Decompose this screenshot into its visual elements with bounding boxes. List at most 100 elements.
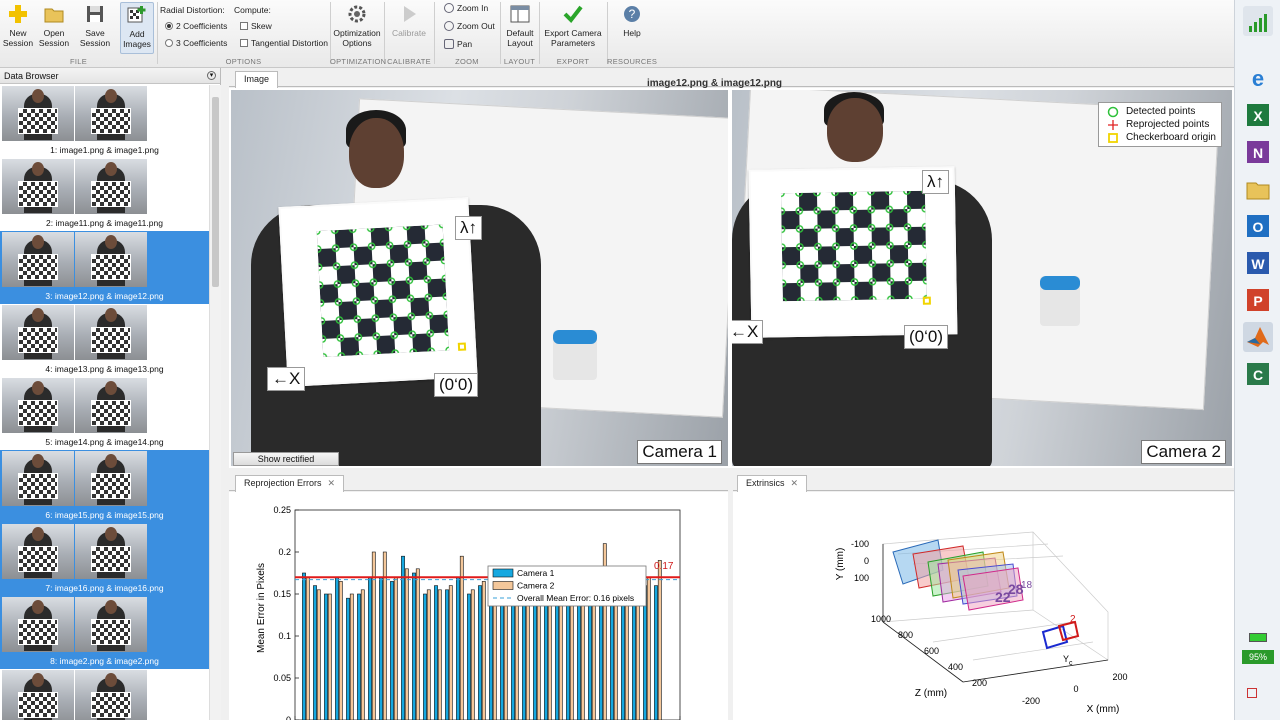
bar-camera2[interactable] [503, 589, 508, 720]
bar-camera2[interactable] [580, 589, 585, 720]
outlook-icon[interactable]: O [1243, 211, 1273, 241]
scrollbar-thumb[interactable] [212, 97, 219, 287]
bar-camera1[interactable] [577, 593, 581, 720]
calibrate-button[interactable]: Calibrate [387, 2, 431, 54]
reprojection-chart[interactable]: 0.17 00.050.10.150.20.2505101520253035Ca… [229, 492, 728, 720]
close-icon[interactable]: ✕ [328, 478, 336, 488]
bar-camera1[interactable] [302, 572, 306, 720]
bar-camera2[interactable] [459, 555, 464, 720]
network-signal-icon[interactable] [1243, 6, 1273, 36]
bar-camera2[interactable] [624, 597, 629, 720]
notification-icon[interactable] [1247, 688, 1257, 698]
bar-camera2[interactable] [547, 593, 552, 720]
bar-camera1[interactable] [533, 593, 537, 720]
bar-camera1[interactable] [654, 585, 658, 720]
list-item[interactable]: 8: image2.png & image2.png [0, 596, 209, 669]
bar-camera2[interactable] [448, 585, 453, 720]
bar-camera1[interactable] [621, 602, 625, 720]
bar-camera2[interactable] [569, 597, 574, 720]
save-session-button[interactable]: Save Session [74, 2, 116, 54]
excel-icon[interactable]: X [1243, 100, 1273, 130]
bar-camera1[interactable] [500, 593, 504, 720]
zoom-in-button[interactable]: Zoom In [444, 3, 488, 13]
bar-camera1[interactable] [566, 602, 570, 720]
bar-camera2[interactable] [426, 589, 431, 720]
tab-extrinsics[interactable]: Extrinsics ✕ [737, 475, 808, 492]
bar-camera1[interactable] [379, 576, 383, 720]
coef2-radio[interactable]: 2 Coefficients [165, 21, 227, 31]
bar-camera1[interactable] [478, 585, 482, 720]
list-item[interactable]: 6: image15.png & image15.png [0, 450, 209, 523]
bar-camera2[interactable] [525, 593, 530, 720]
bar-camera1[interactable] [368, 576, 372, 720]
tangential-checkbox[interactable]: Tangential Distortion [240, 38, 328, 48]
default-layout-button[interactable]: Default Layout [503, 2, 537, 54]
bar-camera1[interactable] [401, 555, 405, 720]
list-item[interactable]: 1: image1.png & image1.png [0, 85, 209, 158]
internet-explorer-icon[interactable]: e [1243, 63, 1273, 93]
bar-camera2[interactable] [349, 593, 354, 720]
list-item[interactable]: 5: image14.png & image14.png [0, 377, 209, 450]
export-camera-button[interactable]: Export Camera Parameters [542, 2, 604, 54]
bar-camera1[interactable] [313, 585, 317, 720]
pan-button[interactable]: Pan [444, 39, 472, 49]
tab-image[interactable]: Image [235, 71, 279, 88]
bar-camera1[interactable] [335, 576, 339, 720]
browser-scrollbar[interactable] [209, 85, 221, 720]
bar-camera1[interactable] [555, 602, 559, 720]
new-session-button[interactable]: New Session [2, 2, 34, 54]
list-item[interactable] [0, 669, 209, 720]
onenote-icon[interactable]: N [1243, 137, 1273, 167]
camera2-view[interactable]: λ↑ ←X (0‘0) Detected points Reprojected … [732, 90, 1232, 466]
bar-camera1[interactable] [423, 593, 427, 720]
word-icon[interactable]: W [1243, 248, 1273, 278]
bar-camera1[interactable] [544, 597, 548, 720]
optimization-options-button[interactable]: Optimization Options [333, 2, 381, 54]
close-icon[interactable]: ✕ [791, 478, 799, 488]
camtasia-icon[interactable]: C [1243, 359, 1273, 389]
bar-camera2[interactable] [305, 576, 310, 720]
bar-camera2[interactable] [338, 581, 343, 720]
bar-camera2[interactable] [327, 593, 332, 720]
bar-camera2[interactable] [558, 597, 563, 720]
bar-camera2[interactable] [393, 576, 398, 720]
bar-camera2[interactable] [470, 589, 475, 720]
bar-camera1[interactable] [467, 593, 471, 720]
bar-camera2[interactable] [481, 581, 486, 720]
extrinsics-3d-plot[interactable]: 28 22 18 2 Yc -100 0 100 Y (mm) 1000 800… [733, 492, 1234, 720]
bar-camera2[interactable] [646, 576, 651, 720]
bar-camera1[interactable] [390, 581, 394, 720]
tab-reprojection-errors[interactable]: Reprojection Errors ✕ [235, 475, 345, 492]
add-images-button[interactable]: Add Images [120, 2, 154, 54]
bar-camera2[interactable] [360, 589, 365, 720]
chart-legend[interactable]: Camera 1 Camera 2 Overall Mean Error: 0.16… [487, 565, 647, 607]
list-item[interactable]: 7: image16.png & image16.png [0, 523, 209, 596]
bar-camera1[interactable] [412, 572, 416, 720]
bar-camera2[interactable] [657, 560, 662, 720]
powerpoint-icon[interactable]: P [1243, 285, 1273, 315]
matlab-icon[interactable] [1243, 322, 1273, 352]
list-item[interactable]: 2: image11.png & image11.png [0, 158, 209, 231]
bar-camera2[interactable] [404, 568, 409, 720]
file-explorer-icon[interactable] [1243, 174, 1273, 204]
show-rectified-button[interactable]: Show rectified [233, 452, 339, 466]
list-item[interactable]: 4: image13.png & image13.png [0, 304, 209, 377]
zoom-out-button[interactable]: Zoom Out [444, 21, 495, 31]
bar-camera1[interactable] [445, 589, 449, 720]
bar-camera2[interactable] [316, 589, 321, 720]
open-session-button[interactable]: Open Session [37, 2, 71, 54]
coef3-radio[interactable]: 3 Coefficients [165, 38, 227, 48]
bar-camera2[interactable] [415, 568, 420, 720]
panel-options-icon[interactable]: ▾ [207, 71, 216, 80]
camera1-view[interactable]: λ↑ ←X (0‘0) Camera 1 [231, 90, 728, 466]
bar-camera2[interactable] [437, 589, 442, 720]
bar-camera2[interactable] [635, 589, 640, 720]
bar-camera1[interactable] [522, 597, 526, 720]
help-button[interactable]: ? Help [612, 2, 652, 54]
bar-camera1[interactable] [456, 576, 460, 720]
skew-checkbox[interactable]: Skew [240, 21, 272, 31]
bar-camera1[interactable] [434, 585, 438, 720]
bar-camera1[interactable] [357, 593, 361, 720]
bar-camera1[interactable] [346, 597, 350, 720]
list-item[interactable]: 3: image12.png & image12.png [0, 231, 209, 304]
